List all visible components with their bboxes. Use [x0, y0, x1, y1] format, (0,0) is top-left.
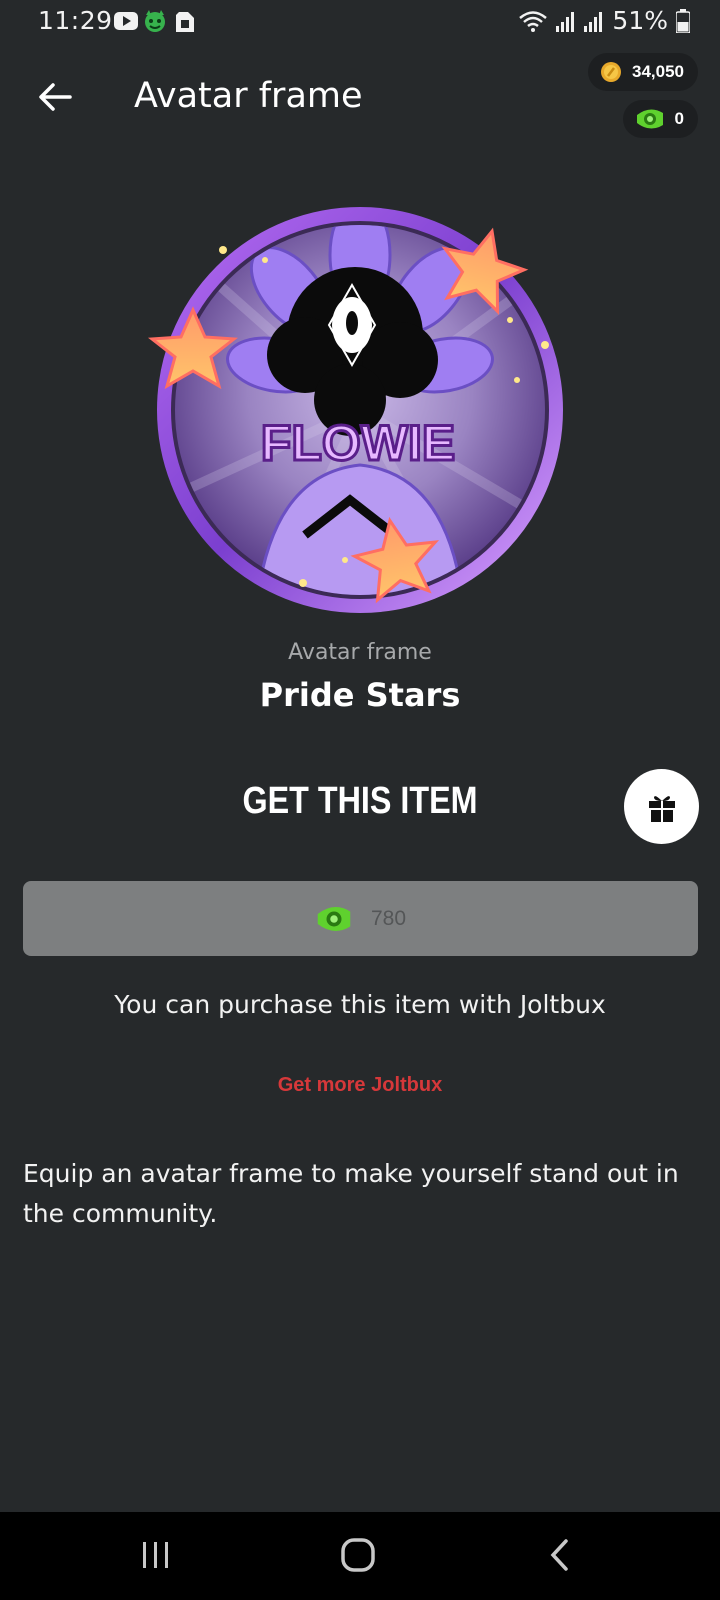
arrow-left-icon	[39, 83, 72, 111]
battery-icon	[676, 8, 690, 33]
avatar-name-text: FLOWIE	[261, 415, 455, 471]
home-icon	[341, 1538, 375, 1572]
purchase-note: You can purchase this item with Joltbux	[114, 990, 606, 1019]
buy-with-joltbux-button[interactable]: 780	[23, 881, 698, 956]
item-name: Pride Stars	[259, 676, 461, 714]
signal-icon	[584, 11, 603, 32]
item-price: 780	[370, 906, 407, 930]
gift-button[interactable]	[624, 769, 699, 844]
item-description: Equip an avatar frame to make yourself s…	[23, 1159, 679, 1228]
battery-percent: 51%	[612, 6, 668, 35]
page-title: Avatar frame	[134, 76, 363, 116]
get-more-joltbux-link[interactable]: Get more Joltbux	[0, 1074, 720, 1097]
recent-apps-button[interactable]	[126, 1530, 186, 1580]
signal-icon	[556, 11, 575, 32]
status-right-group: 51%	[518, 6, 690, 35]
wifi-icon	[519, 10, 548, 32]
youtube-icon	[114, 12, 138, 30]
joltbux-amount: 0	[674, 109, 684, 128]
recent-apps-icon	[143, 1542, 168, 1568]
item-type-label: Avatar frame	[288, 640, 432, 665]
get-item-heading: GET THIS ITEM	[242, 780, 478, 822]
avatar-frame-preview: FLOWIE	[145, 195, 575, 625]
joltbux-balance[interactable]: 0	[622, 100, 698, 138]
back-button[interactable]	[30, 72, 80, 122]
gift-icon	[648, 795, 675, 822]
chevron-left-icon	[550, 1539, 568, 1571]
coins-amount: 34,050	[632, 62, 684, 81]
joltbux-icon	[317, 906, 351, 931]
app-mascot-icon	[145, 10, 165, 32]
back-nav-button[interactable]	[530, 1530, 590, 1580]
joltbux-icon	[636, 109, 663, 129]
home-button[interactable]	[328, 1530, 388, 1580]
coins-balance[interactable]: 34,050	[588, 53, 698, 91]
sim-card-icon	[176, 12, 194, 32]
status-time: 11:29	[38, 6, 113, 35]
coin-icon	[601, 62, 621, 82]
